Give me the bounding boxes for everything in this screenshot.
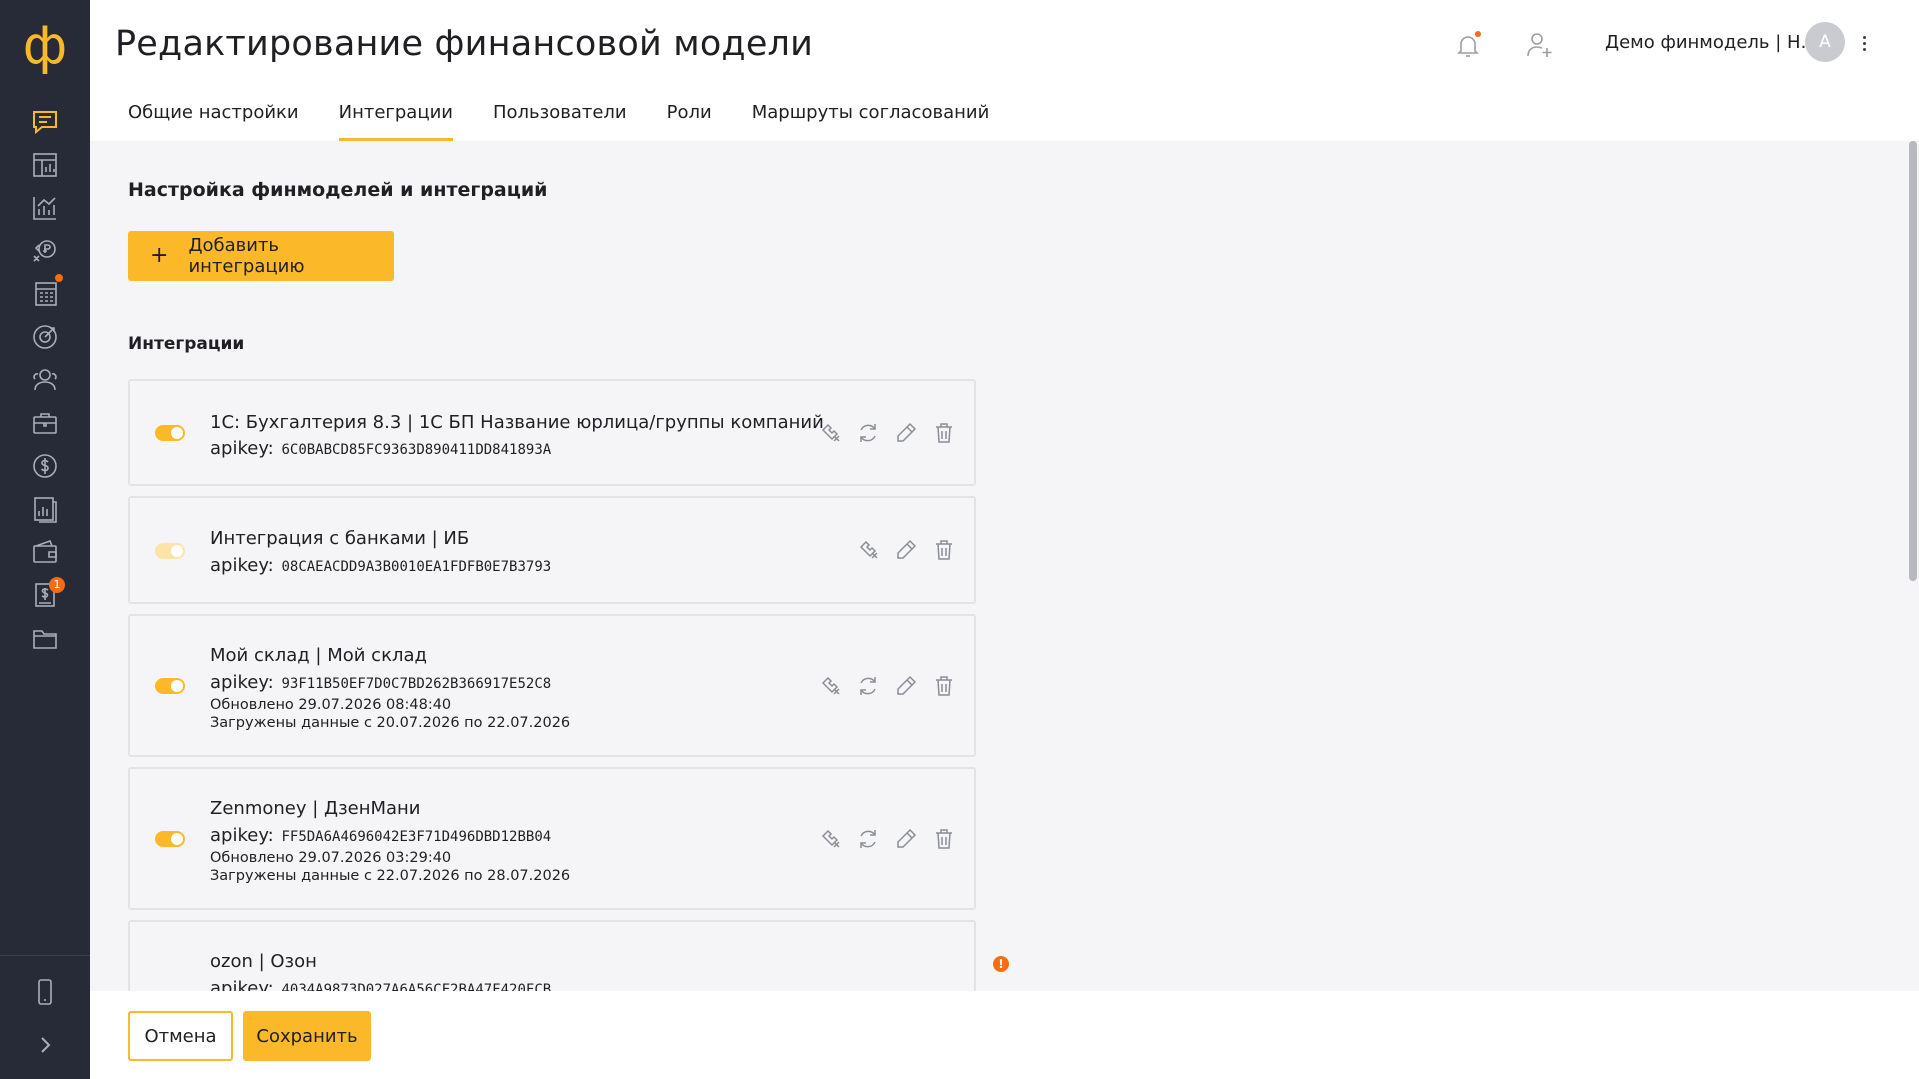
integration-title: Zenmoney | ДзенМани bbox=[210, 798, 421, 819]
messages-icon[interactable] bbox=[25, 102, 65, 142]
tab-users[interactable]: Пользователи bbox=[493, 100, 627, 141]
sidebar: ф 1 bbox=[0, 0, 90, 1079]
notifications-bell-icon[interactable] bbox=[1449, 26, 1487, 64]
integration-card: Мой склад | Мой склад apikey: 93F11B50EF… bbox=[128, 614, 976, 757]
footer-actions: Отмена Сохранить bbox=[90, 991, 1919, 1079]
integrations-title: Интеграции bbox=[128, 334, 245, 354]
integration-toggle[interactable] bbox=[155, 678, 185, 694]
add-integration-label: Добавить интеграцию bbox=[188, 235, 305, 277]
delete-trash-icon[interactable] bbox=[930, 672, 958, 700]
integration-updated: Обновлено 29.07.2026 08:48:40 bbox=[210, 697, 452, 713]
add-integration-button[interactable]: + Добавить интеграцию bbox=[128, 231, 394, 281]
warning-icon[interactable]: ! bbox=[993, 956, 1009, 972]
tabs-bar: Общие настройки Интеграции Пользователи … bbox=[128, 100, 1029, 141]
integration-card: 1С: Бухгалтерия 8.3 | 1С БП Название юрл… bbox=[128, 379, 976, 486]
reports-icon[interactable] bbox=[25, 489, 65, 529]
dashboard-icon[interactable] bbox=[25, 145, 65, 185]
tab-integrations[interactable]: Интеграции bbox=[338, 100, 454, 141]
sync-icon[interactable] bbox=[854, 672, 882, 700]
integration-apikey: apikey: 6C0BABCD85FC9363D890411DD841893A bbox=[210, 438, 552, 459]
integration-title: Мой склад | Мой склад bbox=[210, 645, 427, 666]
invoices-badge: 1 bbox=[49, 577, 65, 593]
invoices-icon[interactable]: 1 bbox=[25, 575, 65, 615]
integration-title: ozon | Озон bbox=[210, 951, 317, 972]
briefcase-icon[interactable] bbox=[25, 403, 65, 443]
integration-loaded-range: Загружены данные с 20.07.2026 по 22.07.2… bbox=[210, 715, 571, 731]
more-menu-icon[interactable] bbox=[1856, 28, 1872, 58]
folder-icon[interactable] bbox=[25, 618, 65, 658]
integration-updated: Обновлено 29.07.2026 03:29:40 bbox=[210, 850, 452, 866]
users-group-icon[interactable] bbox=[25, 360, 65, 400]
delete-trash-icon[interactable] bbox=[930, 419, 958, 447]
connection-settings-icon[interactable] bbox=[816, 419, 844, 447]
integration-apikey: apikey: 93F11B50EF7D0C7BD262B366917E52C8 bbox=[210, 672, 552, 693]
app-logo[interactable]: ф bbox=[0, 16, 90, 76]
expand-chevron-icon[interactable] bbox=[25, 1025, 65, 1065]
connection-settings-icon[interactable] bbox=[816, 825, 844, 853]
goals-target-icon[interactable] bbox=[25, 317, 65, 357]
dollar-coin-icon[interactable] bbox=[25, 446, 65, 486]
content-area: Настройка финмоделей и интеграций + Доба… bbox=[90, 141, 1907, 991]
section-title: Настройка финмоделей и интеграций bbox=[128, 179, 548, 201]
budget-calculator-icon[interactable] bbox=[25, 274, 65, 314]
edit-pencil-icon[interactable] bbox=[892, 825, 920, 853]
integration-apikey: apikey: 4034A9873D027A6A56CF2BA47F420FCB bbox=[210, 978, 552, 991]
integration-card: Интеграция с банками | ИБ apikey: 08CAEA… bbox=[128, 496, 976, 604]
connection-settings-icon[interactable] bbox=[854, 536, 882, 564]
integration-title: 1С: Бухгалтерия 8.3 | 1С БП Название юрл… bbox=[210, 412, 824, 433]
scrollbar-thumb[interactable] bbox=[1909, 141, 1917, 581]
budget-alert-dot bbox=[55, 274, 63, 282]
avatar[interactable]: А bbox=[1805, 22, 1845, 62]
edit-pencil-icon[interactable] bbox=[892, 536, 920, 564]
wallet-icon[interactable] bbox=[25, 532, 65, 572]
cancel-button[interactable]: Отмена bbox=[128, 1011, 233, 1061]
account-name[interactable]: Демо финмодель | Н... bbox=[1605, 32, 1818, 53]
notifications-dot bbox=[1475, 31, 1481, 37]
tab-general-settings[interactable]: Общие настройки bbox=[128, 100, 299, 141]
delete-trash-icon[interactable] bbox=[930, 825, 958, 853]
sync-icon[interactable] bbox=[854, 419, 882, 447]
integration-toggle[interactable] bbox=[155, 831, 185, 847]
payments-exchange-icon[interactable] bbox=[25, 231, 65, 271]
add-user-icon[interactable] bbox=[1521, 26, 1559, 64]
tab-approval-routes[interactable]: Маршруты согласований bbox=[752, 100, 990, 141]
integration-toggle[interactable] bbox=[155, 425, 185, 441]
mobile-app-icon[interactable] bbox=[25, 972, 65, 1012]
save-button[interactable]: Сохранить bbox=[243, 1011, 371, 1061]
edit-pencil-icon[interactable] bbox=[892, 672, 920, 700]
page-title: Редактирование финансовой модели bbox=[115, 24, 814, 64]
integration-apikey: apikey: 08CAEACDD9A3B0010EA1FDFB0E7B3793 bbox=[210, 555, 552, 576]
analytics-chart-icon[interactable] bbox=[25, 188, 65, 228]
edit-pencil-icon[interactable] bbox=[892, 419, 920, 447]
integration-card: Zenmoney | ДзенМани apikey: FF5DA6A46960… bbox=[128, 767, 976, 910]
sidebar-divider bbox=[0, 955, 90, 956]
integration-toggle[interactable] bbox=[155, 543, 185, 559]
delete-trash-icon[interactable] bbox=[930, 536, 958, 564]
sync-icon[interactable] bbox=[854, 825, 882, 853]
integration-title: Интеграция с банками | ИБ bbox=[210, 528, 470, 549]
integration-card: ozon | Озон apikey: 4034A9873D027A6A56CF… bbox=[128, 920, 976, 991]
connection-settings-icon[interactable] bbox=[816, 672, 844, 700]
tab-roles[interactable]: Роли bbox=[667, 100, 712, 141]
content-scrollbar[interactable] bbox=[1907, 141, 1919, 991]
integration-apikey: apikey: FF5DA6A4696042E3F71D496DBD12BB04 bbox=[210, 825, 552, 846]
integration-loaded-range: Загружены данные с 22.07.2026 по 28.07.2… bbox=[210, 868, 571, 884]
plus-icon: + bbox=[150, 243, 169, 268]
